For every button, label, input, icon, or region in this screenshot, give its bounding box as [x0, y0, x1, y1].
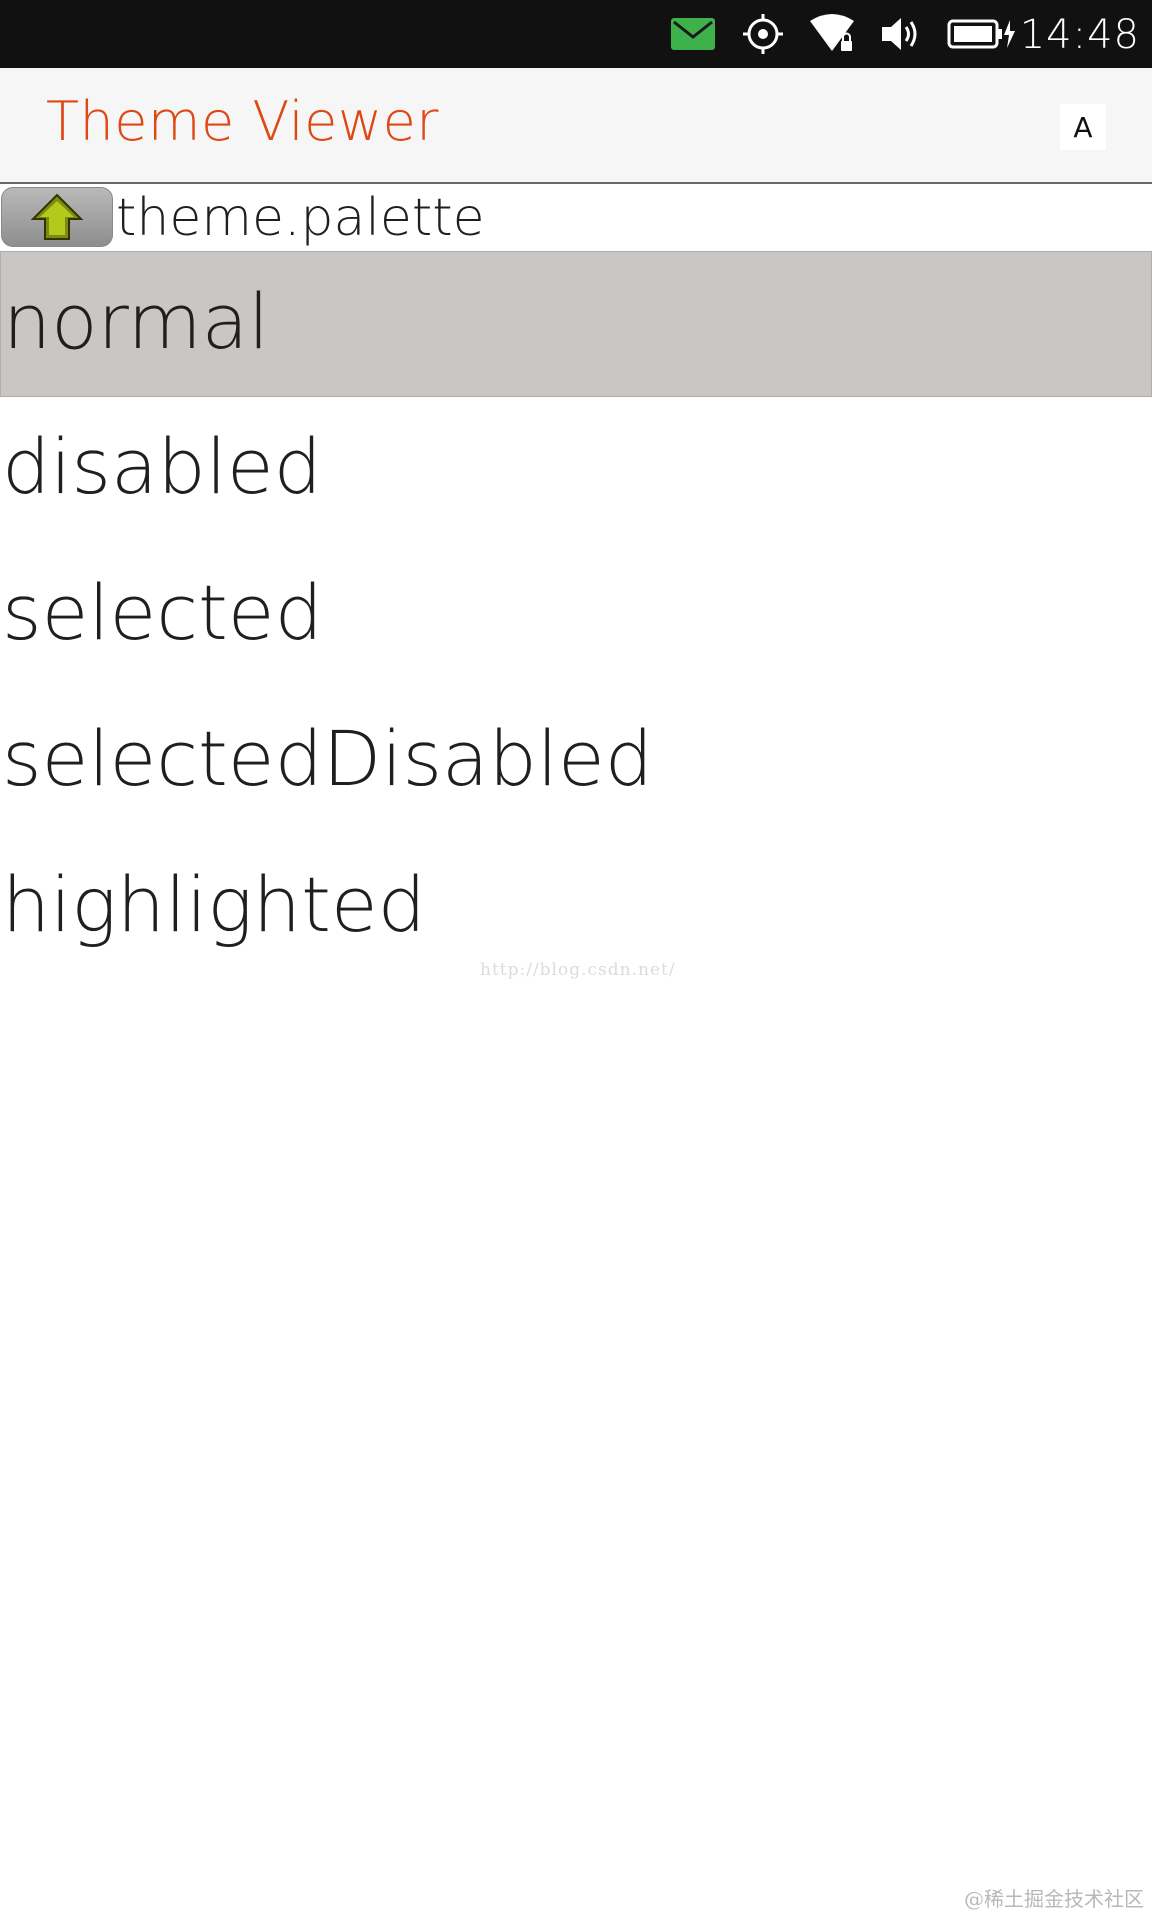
- status-bar: 14:48: [0, 0, 1152, 68]
- list-item-label: selectedDisabled: [2, 714, 653, 803]
- wifi-icon[interactable]: [806, 0, 858, 68]
- message-icon[interactable]: [668, 0, 718, 68]
- watermark-site: @稀土掘金技术社区: [964, 1887, 1144, 1911]
- list-item-selected-disabled[interactable]: selectedDisabled: [0, 689, 1152, 835]
- list-item-selected[interactable]: selected: [0, 543, 1152, 689]
- watermark-url: http://blog.csdn.net/: [480, 960, 676, 980]
- list-item-label: normal: [3, 277, 270, 366]
- app-header: Theme Viewer A: [0, 68, 1152, 184]
- page-title: Theme Viewer: [46, 90, 439, 153]
- up-arrow-icon: [30, 193, 84, 240]
- list-item-label: selected: [2, 568, 323, 657]
- header-action-button[interactable]: A: [1060, 104, 1106, 150]
- list-item-disabled[interactable]: disabled: [0, 397, 1152, 543]
- path-row: theme.palette: [0, 184, 1152, 250]
- palette-list: normal disabled selected selectedDisable…: [0, 251, 1152, 981]
- list-item-normal[interactable]: normal: [0, 251, 1152, 397]
- up-button[interactable]: [1, 187, 113, 247]
- list-item-label: disabled: [2, 422, 322, 511]
- list-item-label: highlighted: [2, 860, 426, 949]
- volume-icon[interactable]: [876, 0, 924, 68]
- status-time: 14:48: [1019, 12, 1140, 58]
- battery-charging-icon[interactable]: [946, 0, 1018, 68]
- path-label: theme.palette: [116, 188, 485, 248]
- location-icon[interactable]: [738, 0, 788, 68]
